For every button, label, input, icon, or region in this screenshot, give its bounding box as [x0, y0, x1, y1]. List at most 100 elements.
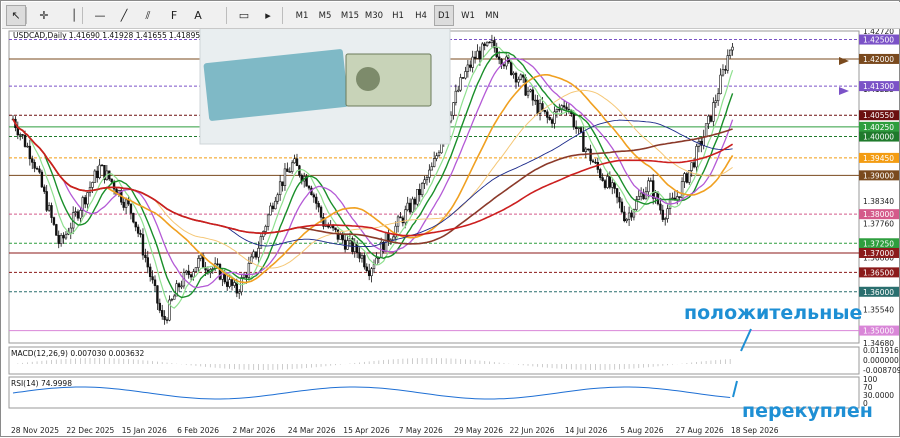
- candle-body: [98, 164, 101, 179]
- candle-body: [139, 233, 142, 235]
- fibonacci-icon[interactable]: F: [164, 5, 184, 26]
- candle-body: [38, 168, 41, 173]
- candle-body: [454, 90, 458, 103]
- candle-body: [235, 282, 239, 294]
- candle-body: [601, 177, 604, 181]
- horizontal-line-icon[interactable]: —: [90, 5, 110, 26]
- candle-body: [64, 233, 68, 239]
- candle-body: [546, 111, 549, 118]
- candle-body: [228, 279, 231, 287]
- timeframe-m5-button[interactable]: M5: [315, 5, 335, 26]
- candle-body: [19, 134, 22, 136]
- vertical-line-icon[interactable]: │: [64, 5, 84, 26]
- channel-icon[interactable]: ⫽: [138, 5, 158, 26]
- timeframe-h1-button[interactable]: H1: [388, 5, 408, 26]
- candle-body: [418, 189, 421, 196]
- candle-body: [406, 202, 409, 211]
- candle-body: [238, 291, 241, 294]
- candle-body: [620, 201, 624, 213]
- toolbar-separator: [26, 7, 27, 24]
- macd-header: MACD(12,26,9) 0.007030 0.003632: [11, 349, 145, 358]
- candle-body: [69, 227, 72, 234]
- candle-body: [522, 74, 525, 78]
- candle-body: [52, 217, 56, 225]
- date-axis-label: 14 Jul 2026: [565, 426, 608, 435]
- candle-body: [259, 236, 263, 249]
- candle-body: [495, 47, 498, 58]
- candle-body: [497, 56, 501, 60]
- crosshair-icon[interactable]: ✛: [34, 5, 54, 26]
- candle-body: [606, 176, 609, 188]
- candle-body: [627, 212, 631, 220]
- candle-body: [278, 181, 282, 196]
- candle-body: [218, 263, 222, 280]
- timeframe-m15-button[interactable]: M15: [338, 5, 362, 26]
- date-axis-label: 24 Mar 2026: [288, 426, 336, 435]
- timeframe-h4-button[interactable]: H4: [411, 5, 431, 26]
- candle-body: [312, 194, 316, 198]
- candle-body: [716, 93, 720, 102]
- timeframe-mn-button[interactable]: MN: [482, 5, 502, 26]
- date-axis-label: 29 May 2026: [454, 426, 503, 435]
- candle-body: [170, 298, 174, 301]
- candle-body: [608, 176, 612, 188]
- candle-body: [276, 194, 279, 202]
- candle-body: [594, 161, 597, 164]
- candle-body: [360, 255, 364, 259]
- price-chart[interactable]: 1.427201.419551.412251.405101.399801.390…: [1, 29, 900, 438]
- price-axis-label: 1.35540: [863, 306, 894, 315]
- text-icon[interactable]: A: [188, 5, 208, 26]
- timeframe-w1-button[interactable]: W1: [458, 5, 478, 26]
- candle-body: [91, 182, 94, 188]
- timeframe-m30-button[interactable]: M30: [362, 5, 386, 26]
- price-level-label: 1.39450: [863, 154, 894, 163]
- overbought-annotation: перекуплен: [742, 400, 873, 422]
- date-axis-label: 2 Mar 2026: [233, 426, 276, 435]
- candle-body: [639, 192, 643, 197]
- timeframe-m1-button[interactable]: M1: [292, 5, 312, 26]
- candle-body: [680, 181, 684, 198]
- candle-body: [728, 49, 732, 56]
- candle-body: [151, 276, 154, 281]
- candle-body: [288, 171, 291, 173]
- candle-body: [502, 64, 506, 67]
- candle-body: [185, 270, 188, 273]
- rectangle-icon[interactable]: ▭: [234, 5, 254, 26]
- cursor-icon[interactable]: ↖: [6, 5, 26, 26]
- candle-body: [59, 235, 63, 244]
- price-level-label: 1.40000: [863, 133, 894, 142]
- price-level-label: 1.41300: [863, 82, 894, 91]
- price-level-label: 1.36500: [863, 268, 894, 277]
- candle-body: [623, 211, 626, 222]
- candle-body: [695, 146, 698, 168]
- timeframe-d1-button[interactable]: D1: [434, 5, 454, 26]
- candle-body: [721, 69, 725, 76]
- candle-body: [194, 267, 198, 272]
- candle-body: [141, 234, 145, 256]
- rsi-pane: [8, 376, 860, 409]
- trendline-icon[interactable]: ╱: [114, 5, 134, 26]
- candle-body: [425, 177, 429, 181]
- date-axis-label: 18 Sep 2026: [731, 426, 779, 435]
- price-level-label: 1.37000: [863, 249, 894, 258]
- candle-body: [189, 274, 193, 278]
- candle-body: [173, 295, 176, 300]
- candle-body: [519, 74, 523, 80]
- candle-body: [363, 255, 366, 268]
- candle-body: [28, 145, 32, 160]
- candle-body: [483, 43, 486, 46]
- candle-body: [562, 105, 566, 108]
- candle-body: [664, 218, 667, 220]
- candle-body: [33, 162, 36, 169]
- candle-body: [148, 266, 152, 277]
- candle-body: [274, 200, 277, 210]
- candle-body: [367, 270, 371, 277]
- candle-body: [254, 251, 258, 258]
- candle-body: [726, 55, 729, 71]
- shapes-dropdown-icon[interactable]: ▸: [258, 5, 278, 26]
- candle-body: [319, 206, 323, 218]
- candle-body: [572, 113, 575, 128]
- candle-body: [307, 185, 311, 189]
- candle-body: [43, 186, 46, 192]
- candle-body: [599, 169, 602, 178]
